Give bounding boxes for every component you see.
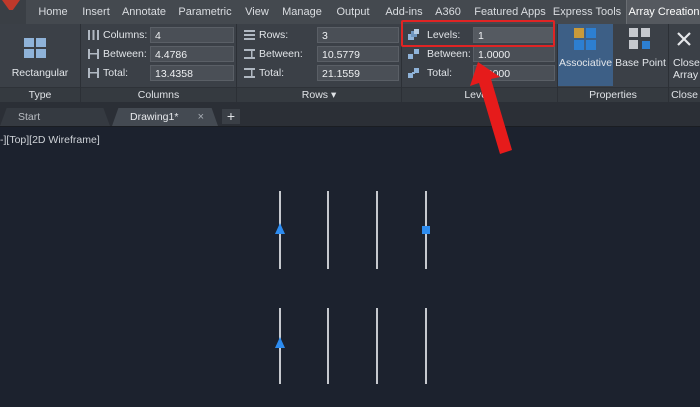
application-menu-button[interactable]	[0, 0, 26, 24]
levels-between-label: Between:	[427, 48, 471, 60]
base-grip-square-icon[interactable]	[422, 226, 430, 234]
drawing-viewport[interactable]: -][Top][2D Wireframe]	[0, 127, 700, 407]
rows-between-label: Between:	[259, 48, 303, 60]
levels-total-label: Total:	[427, 67, 453, 79]
columns-panel-title: Columns	[81, 87, 236, 102]
row-spacing-icon	[244, 49, 255, 59]
rectangular-label: Rectangular	[11, 67, 69, 79]
base-point-icon	[629, 28, 653, 52]
properties-panel-title: Properties	[558, 87, 668, 102]
rows-between-row: Between: 10.5779	[243, 46, 399, 62]
array-label: Array	[673, 69, 699, 81]
close-tab-icon[interactable]: ×	[198, 108, 204, 126]
array-line[interactable]	[425, 308, 427, 384]
level-spacing-icon	[408, 49, 419, 59]
type-panel: Rectangular Type	[0, 24, 81, 102]
close-panel-title: Close	[669, 87, 700, 102]
associative-button[interactable]: Associative	[558, 24, 613, 86]
row-grip-triangle-icon[interactable]	[275, 337, 285, 348]
tab-home[interactable]: Home	[30, 0, 76, 24]
rows-count-row: Rows: 3	[243, 27, 399, 43]
columns-between-row: Between: 4.4786	[87, 46, 235, 62]
associative-label: Associative	[558, 57, 613, 69]
columns-label: Columns:	[103, 29, 148, 41]
rows-label: Rows:	[259, 29, 289, 41]
columns-input[interactable]: 4	[150, 27, 234, 43]
array-line[interactable]	[376, 191, 378, 269]
level-total-icon	[408, 68, 419, 78]
document-tab-bar: Start Drawing1* × +	[0, 106, 700, 127]
rows-input[interactable]: 3	[317, 27, 399, 43]
viewport-controls-label[interactable]: -][Top][2D Wireframe]	[0, 134, 100, 146]
rows-panel: Rows: 3 Between: 10.5779 Total: 21.1559 …	[237, 24, 402, 102]
columns-count-row: Columns: 4	[87, 27, 235, 43]
tab-parametric[interactable]: Parametric	[174, 0, 236, 24]
tab-array-creation[interactable]: Array Creation	[626, 0, 700, 24]
columns-total-input[interactable]: 13.4358	[150, 65, 234, 81]
rows-total-label: Total:	[259, 67, 285, 79]
columns-icon	[88, 30, 99, 40]
levels-between-input[interactable]: 1.0000	[473, 46, 555, 62]
tab-insert[interactable]: Insert	[76, 0, 116, 24]
ribbon: Rectangular Type Columns: 4 Between: 4.4…	[0, 24, 700, 102]
properties-panel: Associative Base Point Properties	[558, 24, 669, 102]
type-panel-title: Type	[0, 87, 80, 102]
levels-highlight-box	[401, 20, 555, 47]
column-spacing-icon	[88, 49, 99, 59]
ribbon-tab-bar: Home Insert Annotate Parametric View Man…	[0, 0, 700, 25]
columns-between-input[interactable]: 4.4786	[150, 46, 234, 62]
tab-view[interactable]: View	[240, 0, 274, 24]
rows-between-input[interactable]: 10.5779	[317, 46, 399, 62]
rows-panel-title-text: Rows	[301, 89, 329, 101]
drawing1-tab[interactable]: Drawing1* ×	[112, 108, 218, 126]
close-x-icon	[677, 32, 691, 46]
column-total-icon	[88, 68, 99, 78]
close-panel: Close Array Close	[669, 24, 700, 102]
rows-panel-title[interactable]: Rows ▾	[237, 87, 401, 102]
tab-output[interactable]: Output	[330, 0, 376, 24]
levels-between-row: Between: 1.0000	[407, 46, 555, 62]
rows-total-input[interactable]: 21.1559	[317, 65, 399, 81]
associative-icon	[574, 28, 598, 52]
row-grip-triangle-icon[interactable]	[275, 223, 285, 234]
array-line[interactable]	[327, 308, 329, 384]
row-total-icon	[244, 68, 255, 78]
columns-total-row: Total: 13.4358	[87, 65, 235, 81]
start-tab[interactable]: Start	[0, 108, 110, 126]
rows-panel-expand-icon[interactable]: ▾	[331, 89, 336, 101]
array-line[interactable]	[376, 308, 378, 384]
columns-total-label: Total:	[103, 67, 129, 79]
tab-express-tools[interactable]: Express Tools	[552, 0, 622, 24]
base-point-button[interactable]: Base Point	[613, 24, 668, 86]
rectangular-button[interactable]: Rectangular	[0, 28, 80, 86]
rows-icon	[244, 30, 255, 40]
autocad-logo-icon	[2, 0, 20, 10]
new-tab-button[interactable]: +	[222, 109, 240, 124]
columns-panel: Columns: 4 Between: 4.4786 Total: 13.435…	[81, 24, 237, 102]
tab-manage[interactable]: Manage	[278, 0, 326, 24]
tab-annotate[interactable]: Annotate	[118, 0, 170, 24]
columns-between-label: Between:	[103, 48, 147, 60]
array-line[interactable]	[327, 191, 329, 269]
rectangular-array-icon	[24, 38, 48, 60]
base-point-label: Base Point	[615, 57, 666, 69]
rows-total-row: Total: 21.1559	[243, 65, 399, 81]
red-arrow-icon	[470, 62, 512, 154]
close-array-button[interactable]: Close Array	[669, 24, 700, 86]
drawing1-tab-label: Drawing1*	[130, 111, 179, 123]
